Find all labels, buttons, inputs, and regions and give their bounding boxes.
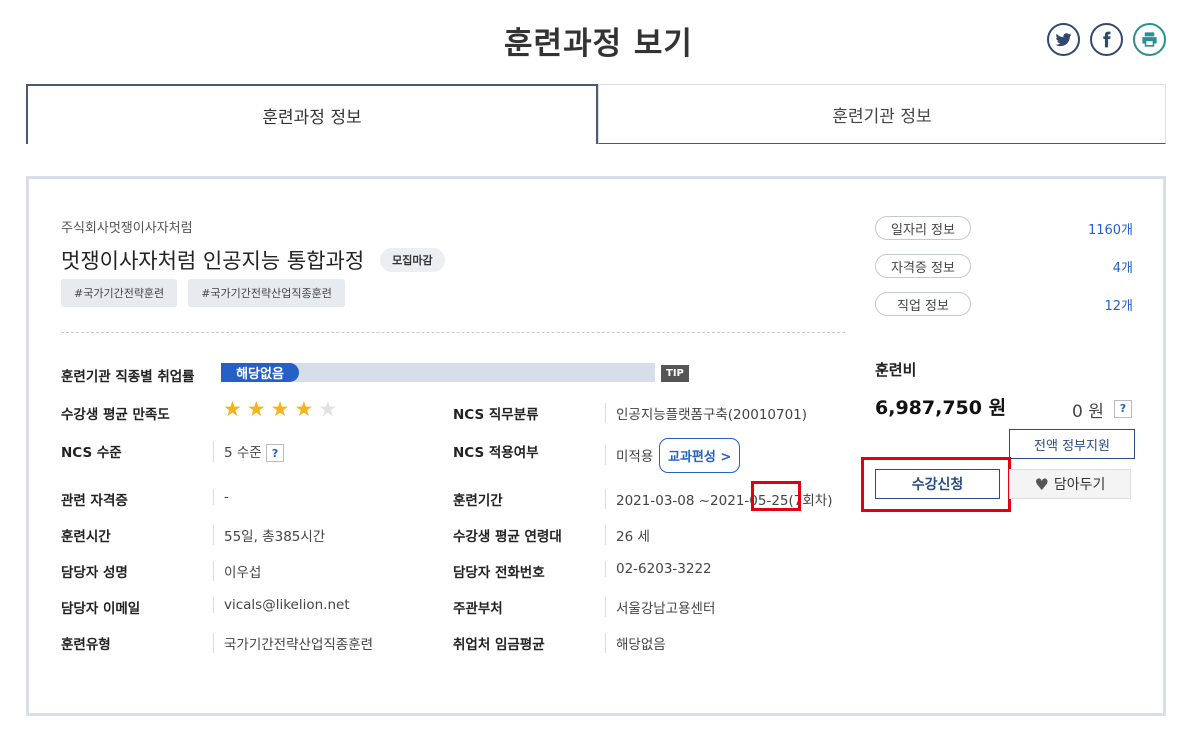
save-button[interactable]: ♥ 담아두기 [1009, 469, 1131, 499]
status-badge: 모집마감 [380, 248, 445, 272]
star-icon: ★ [270, 397, 290, 421]
print-icon[interactable] [1133, 23, 1166, 56]
tip-button[interactable]: TIP [661, 365, 689, 382]
course-title: 멋쟁이사자처럼 인공지능 통합과정 [61, 249, 365, 273]
ncs-applied-label: NCS 적용여부 [453, 445, 539, 461]
employment-rate-bar: 해당없음 [221, 363, 655, 382]
tag-list: #국가기간전략훈련 #국가기간전략산업직종훈련 [61, 279, 345, 307]
fee-amount: 6,987,750 원 [875, 397, 1007, 419]
fee-help: ? [1114, 398, 1132, 418]
ncs-level-label: NCS 수준 [61, 445, 122, 461]
period-label: 훈련기간 [453, 493, 503, 509]
help-icon[interactable]: ? [266, 444, 285, 462]
apply-button[interactable]: 수강신청 [875, 469, 1000, 499]
training-type-value: 국가기간전략산업직종훈련 [213, 633, 373, 653]
divider [61, 332, 845, 333]
heart-icon: ♥ [1034, 474, 1049, 494]
department-value: 서울강남고용센터 [605, 597, 715, 617]
page-title: 훈련과정 보기 [504, 26, 693, 62]
star-icon: ★ [246, 397, 266, 421]
curriculum-button[interactable]: 교과편성 > [659, 438, 741, 473]
course-title-row: 멋쟁이사자처럼 인공지능 통합과정 모집마감 [61, 245, 445, 275]
occupation-info-button[interactable]: 직업 정보 [875, 292, 971, 316]
avg-wage-value: 해당없음 [605, 633, 666, 653]
tab-institution-info[interactable]: 훈련기관 정보 [598, 84, 1166, 144]
hours-label: 훈련시간 [61, 529, 111, 545]
share-bar [1047, 23, 1166, 56]
twitter-icon[interactable] [1047, 23, 1080, 56]
ncs-category-value: 인공지능플랫폼구축(20010701) [605, 403, 807, 423]
satisfaction-label: 수강생 평균 만족도 [61, 407, 170, 423]
satisfaction-stars: ★ ★ ★ ★ ★ [223, 399, 337, 420]
tag-item[interactable]: #국가기간전략훈련 [61, 279, 178, 307]
manager-phone-label: 담당자 전화번호 [453, 565, 545, 581]
manager-email-label: 담당자 이메일 [61, 601, 141, 617]
tab-course-info[interactable]: 훈련과정 정보 [26, 84, 598, 144]
manager-name-label: 담당자 성명 [61, 565, 128, 581]
tag-item[interactable]: #국가기간전략산업직종훈련 [188, 279, 345, 307]
job-info-count[interactable]: 1160개 [1088, 219, 1133, 238]
ncs-applied-value: 미적용 [605, 445, 653, 465]
star-icon: ★ [223, 397, 242, 421]
organization-name: 주식회사멋쟁이사자처럼 [61, 221, 193, 236]
gov-support-button[interactable]: 전액 정부지원 [1009, 429, 1135, 459]
fee-label: 훈련비 [875, 361, 917, 379]
tab-bar: 훈련과정 정보 훈련기관 정보 [26, 84, 1166, 144]
avg-age-label: 수강생 평균 연령대 [453, 529, 562, 545]
avg-age-value: 26 세 [605, 525, 650, 545]
hours-value: 55일, 총385시간 [213, 525, 325, 545]
star-icon: ★ [294, 397, 314, 421]
certificate-info-button[interactable]: 자격증 정보 [875, 254, 971, 278]
ncs-level-value-wrap: 5 수준 ? [213, 441, 285, 462]
self-pay-amount: 0 원 [1072, 402, 1104, 422]
course-card: 주식회사멋쟁이사자처럼 멋쟁이사자처럼 인공지능 통합과정 모집마감 #국가기간… [26, 176, 1166, 716]
training-type-label: 훈련유형 [61, 637, 111, 653]
manager-name-value: 이우섭 [213, 561, 261, 581]
facebook-icon[interactable] [1090, 23, 1123, 56]
star-icon: ★ [318, 397, 338, 421]
avg-wage-label: 취업처 임금평균 [453, 637, 545, 653]
ncs-category-label: NCS 직무분류 [453, 407, 539, 423]
help-icon[interactable]: ? [1114, 399, 1132, 418]
save-button-label: 담아두기 [1053, 477, 1106, 493]
occupation-info-count[interactable]: 12개 [1104, 295, 1133, 314]
employment-rate-label: 훈련기관 직종별 취업률 [61, 369, 195, 385]
department-label: 주관부처 [453, 601, 503, 617]
job-info-button[interactable]: 일자리 정보 [875, 216, 971, 240]
manager-email-value: vicals@likelion.net [213, 597, 350, 613]
certificate-label: 관련 자격증 [61, 493, 128, 509]
certificate-value: - [213, 489, 229, 505]
ncs-level-value: 5 수준 [224, 445, 262, 461]
certificate-info-count[interactable]: 4개 [1113, 257, 1133, 276]
highlight-box-round [751, 481, 801, 511]
employment-rate-value: 해당없음 [221, 363, 299, 382]
manager-phone-value: 02-6203-3222 [605, 561, 712, 577]
